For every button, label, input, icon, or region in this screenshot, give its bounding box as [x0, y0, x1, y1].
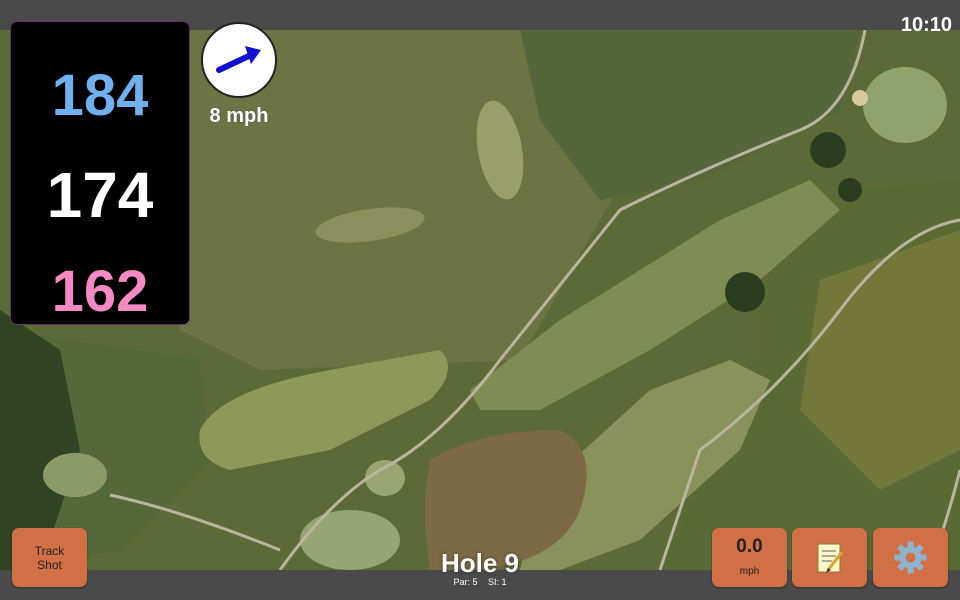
track-shot-label-line1: Track — [34, 543, 65, 558]
hole-stroke-index: SI: 1 — [488, 577, 507, 587]
settings-button[interactable] — [873, 528, 948, 587]
track-shot-label-line2: Shot — [37, 557, 62, 572]
speed-unit: mph — [739, 566, 760, 577]
hole-title: Hole 9 — [440, 548, 520, 578]
back-yardage: 184 — [51, 63, 149, 128]
middle-yardage: 174 — [46, 159, 154, 231]
speed-button[interactable]: 0.0 mph — [712, 528, 787, 587]
speed-value: 0.0 — [736, 536, 763, 557]
wind-speed-label: 8 mph — [209, 105, 269, 127]
wind-arrow-icon — [216, 46, 261, 73]
notes-icon — [817, 543, 844, 573]
status-clock: 10:10 — [900, 14, 952, 36]
track-shot-button[interactable]: Track Shot — [12, 528, 87, 587]
hole-info: Par: 5 SI: 1 — [380, 577, 580, 587]
notes-button[interactable] — [792, 528, 867, 587]
front-yardage: 162 — [51, 259, 149, 324]
gear-icon — [894, 541, 927, 574]
wind-direction-dial — [201, 22, 277, 98]
yardage-panel: 184 174 162 — [11, 22, 189, 324]
hole-par: Par: 5 — [453, 577, 478, 587]
